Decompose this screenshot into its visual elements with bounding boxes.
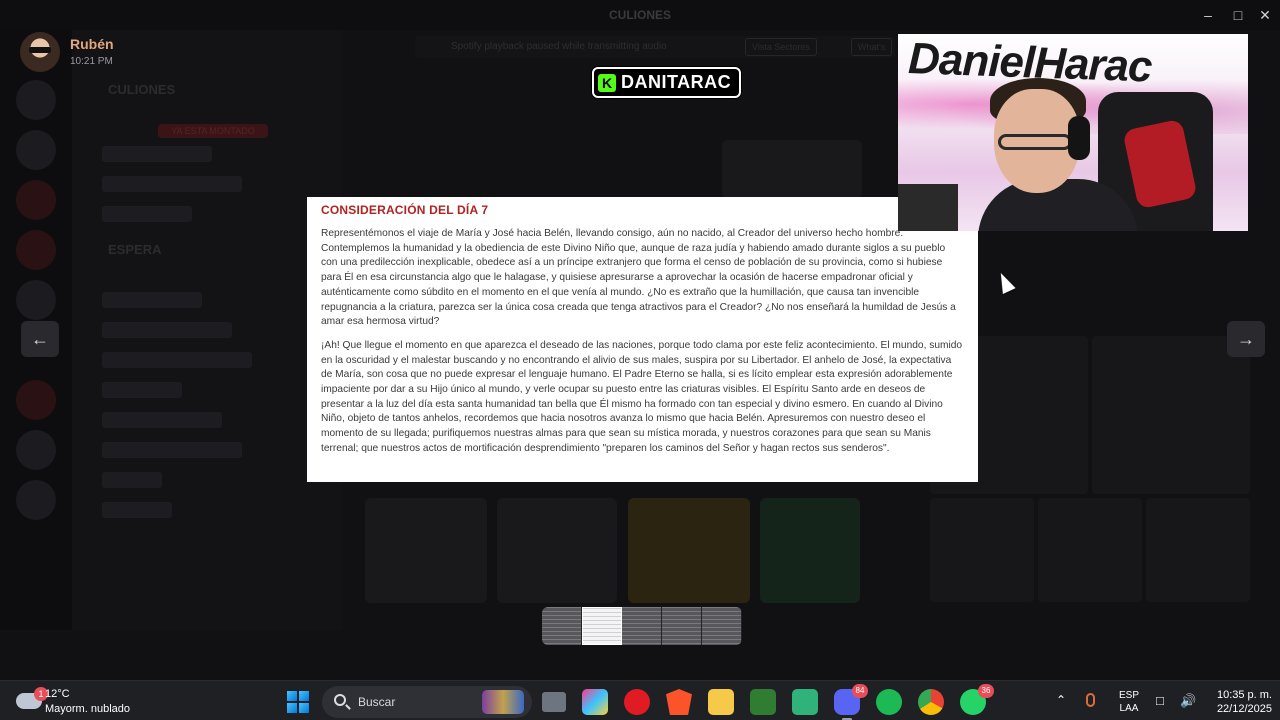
server-icon[interactable] [16, 280, 56, 320]
previous-image-button[interactable]: ← [21, 321, 59, 357]
background-card [1038, 498, 1142, 602]
kick-logo-icon: K [598, 73, 616, 92]
window-titlebar: CULIONES – □ ✕ [0, 0, 1280, 30]
author-name[interactable]: Rubén [70, 36, 114, 52]
taskbar-search[interactable]: Buscar [322, 686, 532, 718]
avatar[interactable] [20, 32, 60, 72]
network-icon[interactable]: □ [1156, 693, 1164, 708]
streamer-name: DANITARAC [621, 72, 732, 92]
voice-member[interactable] [102, 442, 242, 458]
server-name[interactable]: CULIONES [108, 82, 175, 97]
participant-tile[interactable] [628, 498, 750, 603]
server-icon[interactable] [16, 130, 56, 170]
voice-member[interactable] [102, 176, 242, 192]
spotify-icon[interactable] [876, 689, 902, 715]
message-timestamp: 10:21 PM [70, 56, 113, 67]
chevron-up-icon[interactable]: ⌃ [1056, 693, 1066, 707]
thumbnail[interactable] [542, 607, 582, 645]
voice-member[interactable] [102, 322, 232, 338]
stream-tile[interactable] [722, 140, 862, 198]
status-tag: YA ESTA MONTADO [158, 124, 268, 138]
window-title: CULIONES [608, 8, 671, 22]
keyboard-layout: LAA [1119, 703, 1139, 714]
headset [1068, 116, 1090, 160]
server-icon[interactable] [16, 180, 56, 220]
channel-list: CULIONES YA ESTA MONTADO ESPERA [72, 30, 342, 630]
spotify-notice-bar: Spotify playback paused while transmitti… [415, 36, 895, 58]
game-app-icon[interactable] [792, 689, 818, 715]
server-icon[interactable] [16, 80, 56, 120]
taskbar: 1 12°C Mayorm. nublado Buscar 84 36 ⌃ ES… [0, 680, 1280, 720]
streamer-tag: K DANITARAC [592, 67, 742, 98]
language-code: ESP [1118, 690, 1139, 701]
thumbnail[interactable] [702, 607, 742, 645]
microphone-icon[interactable] [1086, 693, 1095, 707]
server-icon[interactable] [16, 230, 56, 270]
server-icon[interactable] [16, 380, 56, 420]
participant-tile[interactable] [497, 498, 617, 603]
clock-date: 22/12/2025 [1216, 703, 1272, 715]
spotify-notice-button-2[interactable]: What's [851, 38, 893, 56]
document-paragraph-1: Representémonos el viaje de María y José… [321, 228, 956, 328]
start-button[interactable] [287, 691, 309, 713]
copilot-icon[interactable] [582, 689, 608, 715]
close-window-button[interactable]: ✕ [1252, 4, 1278, 26]
search-icon [334, 694, 346, 706]
language-indicator[interactable]: ESP LAA [1117, 689, 1141, 715]
voice-member[interactable] [102, 146, 212, 162]
arrow-right-icon: → [1237, 329, 1255, 349]
thumbnail[interactable] [662, 607, 702, 645]
background-card [1092, 336, 1250, 494]
volume-icon[interactable]: 🔊 [1180, 693, 1196, 709]
voice-member[interactable] [102, 352, 252, 368]
document-paragraph-2: ¡Ah! Que llegue el momento en que aparez… [321, 339, 963, 454]
clock[interactable]: 10:35 p. m. 22/12/2025 [1204, 688, 1272, 716]
whatsapp-badge: 36 [978, 684, 994, 698]
clock-time: 10:35 p. m. [1216, 689, 1272, 701]
voice-member[interactable] [102, 206, 192, 222]
weather-description: Mayorm. nublado [45, 703, 130, 715]
search-placeholder: Buscar [358, 695, 396, 709]
thumbnail-active[interactable] [582, 607, 622, 645]
search-highlight-art [482, 690, 524, 714]
opera-icon[interactable] [624, 689, 650, 715]
participant-tile[interactable] [760, 498, 860, 603]
task-view-icon[interactable] [542, 692, 566, 712]
arrow-left-icon: ← [31, 329, 49, 349]
next-image-button[interactable]: → [1227, 321, 1265, 357]
spotify-notice-text: Spotify playback paused while transmitti… [451, 41, 667, 52]
spotify-notice-button[interactable]: Vista Sectores [745, 38, 817, 56]
maximize-button[interactable]: □ [1225, 4, 1251, 26]
voice-member[interactable] [102, 502, 172, 518]
viewed-image-document: CONSIDERACIÓN DEL DÍA 7 Representémonos … [307, 197, 978, 482]
chrome-icon[interactable] [918, 689, 944, 715]
app-arrow-icon[interactable] [750, 689, 776, 715]
explore-icon[interactable] [16, 480, 56, 520]
streamer-webcam: DanielHarac [898, 34, 1248, 231]
category-espera[interactable]: ESPERA [108, 242, 161, 257]
discord-icon[interactable]: 84 [834, 684, 868, 720]
thumbnail[interactable] [622, 607, 662, 645]
voice-member[interactable] [102, 472, 162, 488]
background-card [1146, 498, 1250, 602]
discord-badge: 84 [852, 684, 868, 698]
whatsapp-icon[interactable]: 36 [960, 684, 994, 715]
voice-member[interactable] [102, 292, 202, 308]
voice-member[interactable] [102, 412, 222, 428]
voice-member[interactable] [102, 382, 182, 398]
weather-widget[interactable]: 1 12°C Mayorm. nublado [12, 685, 152, 717]
background-card [930, 498, 1034, 602]
brave-icon[interactable] [666, 689, 692, 715]
screen: CULIONES – □ ✕ CULIONES YA ESTA MONTADO … [0, 0, 1280, 720]
document-title: CONSIDERACIÓN DEL DÍA 7 [321, 203, 489, 217]
participant-tile[interactable] [365, 498, 487, 603]
file-explorer-icon[interactable] [708, 689, 734, 715]
add-server-icon[interactable] [16, 430, 56, 470]
weather-temperature: 12°C [45, 688, 70, 700]
minimize-button[interactable]: – [1195, 4, 1221, 26]
thumbnail-strip [542, 607, 742, 645]
